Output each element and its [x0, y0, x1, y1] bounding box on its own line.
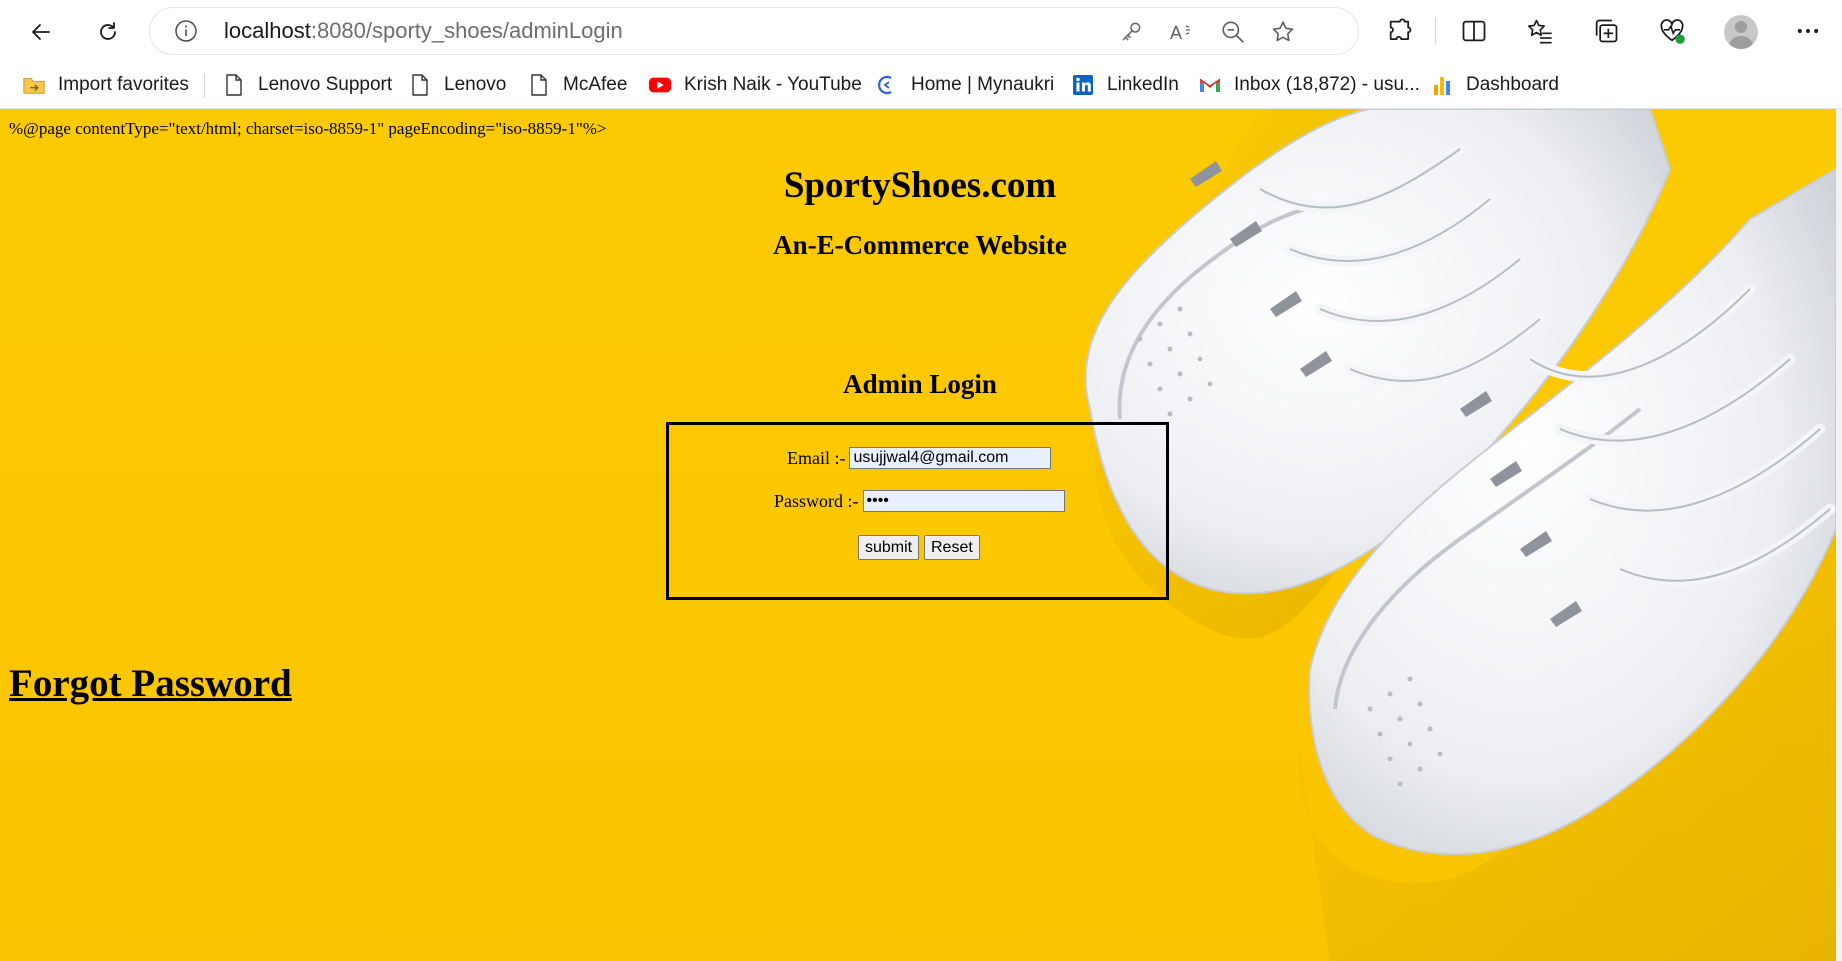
- favorite-label: Dashboard: [1466, 74, 1559, 95]
- browser-window: localhost:8080/sporty_shoes/adminLogin A…: [0, 0, 1842, 961]
- favorite-dashboard[interactable]: Dashboard: [1430, 62, 1559, 108]
- back-button[interactable]: [21, 12, 61, 52]
- favorite-home-mynaukri[interactable]: Home | Mynaukri: [875, 62, 1054, 108]
- mynaukri-icon: [875, 73, 899, 97]
- email-label: Email :-: [787, 447, 846, 468]
- favorite-gmail-inbox[interactable]: Inbox (18,872) - usu...: [1198, 62, 1420, 108]
- back-arrow-icon: [32, 24, 50, 40]
- favorite-label: Krish Naik - YouTube: [684, 74, 862, 95]
- password-label: Password :-: [774, 490, 859, 511]
- read-aloud-icon[interactable]: A: [1169, 19, 1195, 45]
- favorites-divider: [204, 74, 205, 98]
- site-subtitle: An-E-Commerce Website: [773, 230, 1067, 260]
- favorite-label: Inbox (18,872) - usu...: [1234, 74, 1420, 95]
- favorite-label: McAfee: [563, 74, 628, 95]
- page-icon: [527, 73, 551, 97]
- favorite-label: Lenovo: [444, 74, 507, 95]
- favorites-bar: Import favorites Lenovo Support Lenovo M…: [0, 62, 1842, 109]
- page-icon: [408, 73, 432, 97]
- reset-button[interactable]: Reset: [924, 535, 980, 560]
- favorite-linkedin[interactable]: LinkedIn: [1071, 62, 1179, 108]
- browser-essentials-icon[interactable]: [1658, 17, 1686, 45]
- favorite-label: Lenovo Support: [258, 74, 393, 95]
- submit-button[interactable]: submit: [858, 535, 920, 560]
- favorite-mcafee[interactable]: McAfee: [527, 62, 627, 108]
- youtube-icon: [648, 73, 672, 97]
- url-text[interactable]: localhost:8080/sporty_shoes/adminLogin: [224, 19, 623, 43]
- split-screen-icon[interactable]: [1460, 17, 1488, 45]
- url-path: :8080/sporty_shoes/adminLogin: [310, 18, 623, 43]
- password-field[interactable]: [862, 490, 1065, 512]
- favorite-label: LinkedIn: [1107, 74, 1179, 95]
- email-field[interactable]: [849, 447, 1052, 469]
- site-info-icon[interactable]: [174, 19, 198, 43]
- refresh-button[interactable]: [88, 12, 128, 52]
- extensions-icon[interactable]: [1386, 17, 1414, 45]
- site-title: SportyShoes.com: [783, 165, 1057, 206]
- svg-text:A: A: [1170, 23, 1182, 43]
- email-row: Email :-: [787, 447, 1052, 469]
- page-icon: [222, 73, 246, 97]
- toolbar-divider: [1435, 18, 1436, 44]
- collections-icon[interactable]: [1592, 17, 1620, 45]
- address-bar[interactable]: localhost:8080/sporty_shoes/adminLogin A: [150, 8, 1358, 54]
- favorite-label: Home | Mynaukri: [911, 74, 1055, 95]
- url-host: localhost: [224, 18, 311, 43]
- favorite-label: Import favorites: [58, 74, 189, 95]
- favorites-list-icon[interactable]: [1526, 17, 1554, 45]
- zoom-out-icon[interactable]: [1220, 19, 1246, 45]
- browser-toolbar: localhost:8080/sporty_shoes/adminLogin A: [0, 0, 1842, 62]
- refresh-icon: [100, 22, 116, 40]
- favorite-lenovo-support[interactable]: Lenovo Support: [222, 62, 392, 108]
- admin-login-heading: Admin Login: [843, 369, 997, 399]
- jsp-directive-text: %@page contentType="text/html; charset=i…: [9, 119, 607, 138]
- key-icon[interactable]: [1118, 19, 1144, 45]
- linkedin-icon: [1071, 73, 1095, 97]
- favorite-krish-naik-youtube[interactable]: Krish Naik - YouTube: [648, 62, 862, 108]
- password-row: Password :-: [774, 490, 1065, 512]
- folder-import-icon: [22, 73, 46, 97]
- favorite-lenovo[interactable]: Lenovo: [408, 62, 506, 108]
- forgot-password-link[interactable]: Forgot Password: [9, 661, 292, 706]
- more-options-icon[interactable]: [1794, 17, 1822, 45]
- dashboard-icon: [1430, 73, 1454, 97]
- page-viewport: %@page contentType="text/html; charset=i…: [0, 109, 1842, 961]
- gmail-icon: [1198, 73, 1222, 97]
- favorite-star-icon[interactable]: [1270, 19, 1296, 45]
- page-scrollbar[interactable]: [1836, 109, 1842, 961]
- profile-avatar[interactable]: [1724, 15, 1758, 49]
- favorite-import-favorites[interactable]: Import favorites: [22, 62, 189, 108]
